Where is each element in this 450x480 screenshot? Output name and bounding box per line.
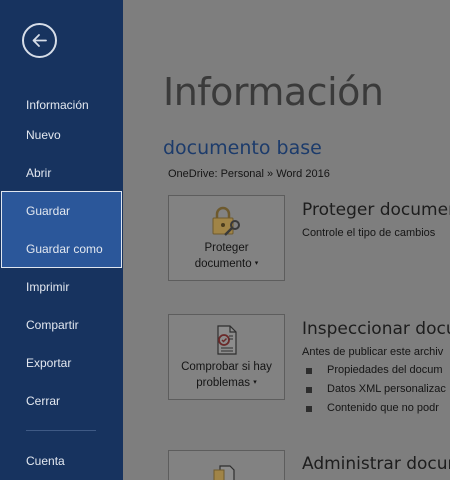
check-issues-label-text: problemas bbox=[196, 377, 250, 389]
check-issues-label-line1: Comprobar si hay bbox=[181, 361, 272, 373]
document-name: documento base bbox=[163, 137, 322, 159]
backstage-sidebar: Información Nuevo Abrir Guardar Guardar … bbox=[0, 0, 123, 480]
protect-label-line1: Proteger bbox=[204, 242, 249, 254]
info-panel: Información documento base OneDrive: Per… bbox=[123, 0, 450, 480]
inspect-bullet-item: Contenido que no podr bbox=[327, 402, 439, 414]
sidebar-divider bbox=[26, 430, 96, 431]
dropdown-caret-icon: ▾ bbox=[253, 379, 257, 386]
nav-item-guardar[interactable]: Guardar bbox=[0, 192, 123, 230]
inspect-bullet-item: Datos XML personalizac bbox=[327, 383, 446, 395]
protect-section-description: Controle el tipo de cambios bbox=[302, 227, 436, 239]
protect-document-button[interactable]: Proteger documento ▾ bbox=[168, 195, 285, 281]
manage-section-title: Administrar docun bbox=[302, 454, 450, 474]
nav-item-compartir[interactable]: Compartir bbox=[0, 306, 123, 344]
protect-label-text: documento bbox=[194, 258, 252, 270]
document-path: OneDrive: Personal » Word 2016 bbox=[168, 168, 330, 180]
inspect-section-description: Antes de publicar este archiv bbox=[302, 346, 444, 358]
nav-item-cerrar[interactable]: Cerrar bbox=[0, 382, 123, 420]
dropdown-caret-icon: ▾ bbox=[254, 260, 259, 267]
inspect-bullet-item: Propiedades del docum bbox=[327, 364, 443, 376]
arrow-left-icon bbox=[32, 34, 47, 47]
nav-item-guardar-como[interactable]: Guardar como bbox=[0, 230, 123, 268]
nav-item-cuenta[interactable]: Cuenta bbox=[0, 442, 123, 480]
protect-section-title: Proteger documer bbox=[302, 200, 450, 220]
bullet-icon bbox=[306, 368, 312, 374]
nav-item-exportar[interactable]: Exportar bbox=[0, 344, 123, 382]
inspect-section-title: Inspeccionar docu bbox=[302, 319, 450, 339]
inspect-document-icon bbox=[208, 324, 244, 361]
check-issues-label-line2: problemas ▾ bbox=[169, 375, 284, 391]
manage-document-button[interactable] bbox=[168, 450, 285, 480]
bullet-icon bbox=[306, 387, 312, 393]
nav-item-abrir[interactable]: Abrir bbox=[0, 154, 123, 192]
bullet-icon bbox=[306, 406, 312, 412]
page-title: Información bbox=[163, 70, 384, 114]
protect-label-line2: documento ▾ bbox=[169, 256, 284, 272]
nav-item-imprimir[interactable]: Imprimir bbox=[0, 268, 123, 306]
nav-item-nuevo[interactable]: Nuevo bbox=[0, 116, 123, 154]
back-button[interactable] bbox=[22, 23, 57, 58]
manage-document-icon bbox=[208, 460, 244, 480]
protect-document-label: Proteger documento ▾ bbox=[169, 240, 284, 272]
lock-icon bbox=[208, 205, 244, 242]
check-for-issues-button[interactable]: Comprobar si hay problemas ▾ bbox=[168, 314, 285, 400]
check-issues-label: Comprobar si hay problemas ▾ bbox=[169, 359, 284, 391]
